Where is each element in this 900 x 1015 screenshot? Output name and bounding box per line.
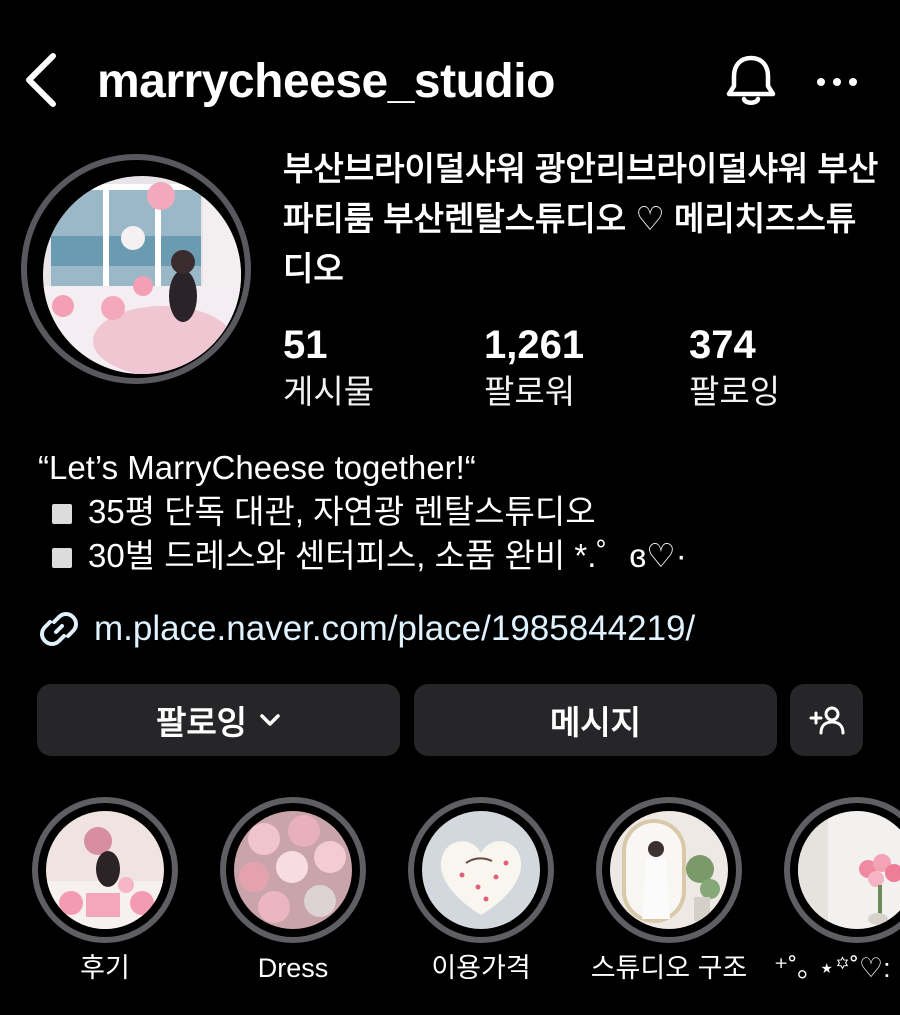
highlight-image — [610, 811, 728, 929]
highlight-label: ⁺˚｡ ⋆꙳˚♡: — [774, 953, 891, 983]
link-text: m.place.naver.com/place/1985844219/ — [94, 609, 696, 648]
bio-line-3-text: 30벌 드레스와 센터피스, 소품 완비 *.゜ɞ♡· — [88, 537, 687, 574]
avatar-image — [43, 176, 241, 374]
highlight-image — [46, 811, 164, 929]
highlight-label: 이용가격 — [431, 953, 531, 983]
chevron-left-icon — [26, 53, 56, 107]
notifications-button[interactable] — [722, 52, 780, 110]
chevron-down-icon — [260, 714, 280, 726]
followers-label: 팔로워 — [484, 373, 576, 410]
bell-icon — [726, 55, 776, 105]
link-icon — [40, 612, 78, 646]
following-button-label: 팔로잉 — [155, 704, 248, 741]
bio-line-2-text: 35평 단독 대관, 자연광 렌탈스튜디오 — [88, 493, 596, 530]
highlight-image — [234, 811, 352, 929]
following-button[interactable]: 팔로잉 — [37, 684, 400, 756]
stat-followers[interactable]: 1,261 팔로워 — [484, 322, 584, 416]
bio-line-1: “Let’s MarryCheese together!“ — [38, 449, 476, 486]
profile-full-name: 부산브라이덜샤워 광안리브라이덜샤워 부산파티룸 부산렌탈스튜디오 ♡ 메리치즈… — [283, 150, 879, 287]
stat-posts[interactable]: 51 게시물 — [283, 322, 374, 416]
following-count: 374 — [689, 323, 756, 367]
add-person-icon — [809, 706, 844, 735]
following-label: 팔로잉 — [689, 373, 781, 410]
bio-line-2: 35평 단독 대관, 자연광 렌탈스튜디오 — [38, 490, 888, 534]
more-options-button[interactable] — [812, 60, 862, 104]
posts-count: 51 — [283, 323, 328, 367]
bio-line-3: 30벌 드레스와 센터피스, 소품 완비 *.゜ɞ♡· — [38, 534, 888, 578]
message-button-label: 메시지 — [549, 704, 642, 741]
square-bullet-icon — [52, 548, 72, 568]
profile-username: marrycheese_studio — [97, 55, 555, 108]
profile-bio: “Let’s MarryCheese together!“ 35평 단독 대관,… — [38, 446, 888, 578]
highlight-label: 후기 — [80, 953, 130, 983]
back-button[interactable] — [18, 50, 64, 110]
profile-avatar[interactable] — [21, 154, 251, 384]
posts-label: 게시물 — [283, 373, 375, 410]
highlight-label: 스튜디오 구조 — [590, 953, 748, 983]
suggest-people-button[interactable] — [790, 684, 863, 756]
profile-link[interactable]: m.place.naver.com/place/1985844219/ — [38, 604, 695, 654]
highlight-image — [422, 811, 540, 929]
message-button[interactable]: 메시지 — [414, 684, 777, 756]
followers-count: 1,261 — [484, 323, 585, 367]
more-horizontal-icon — [817, 78, 857, 86]
square-bullet-icon — [52, 504, 72, 524]
stat-following[interactable]: 374 팔로잉 — [689, 322, 780, 416]
highlight-label: Dress — [257, 953, 329, 983]
